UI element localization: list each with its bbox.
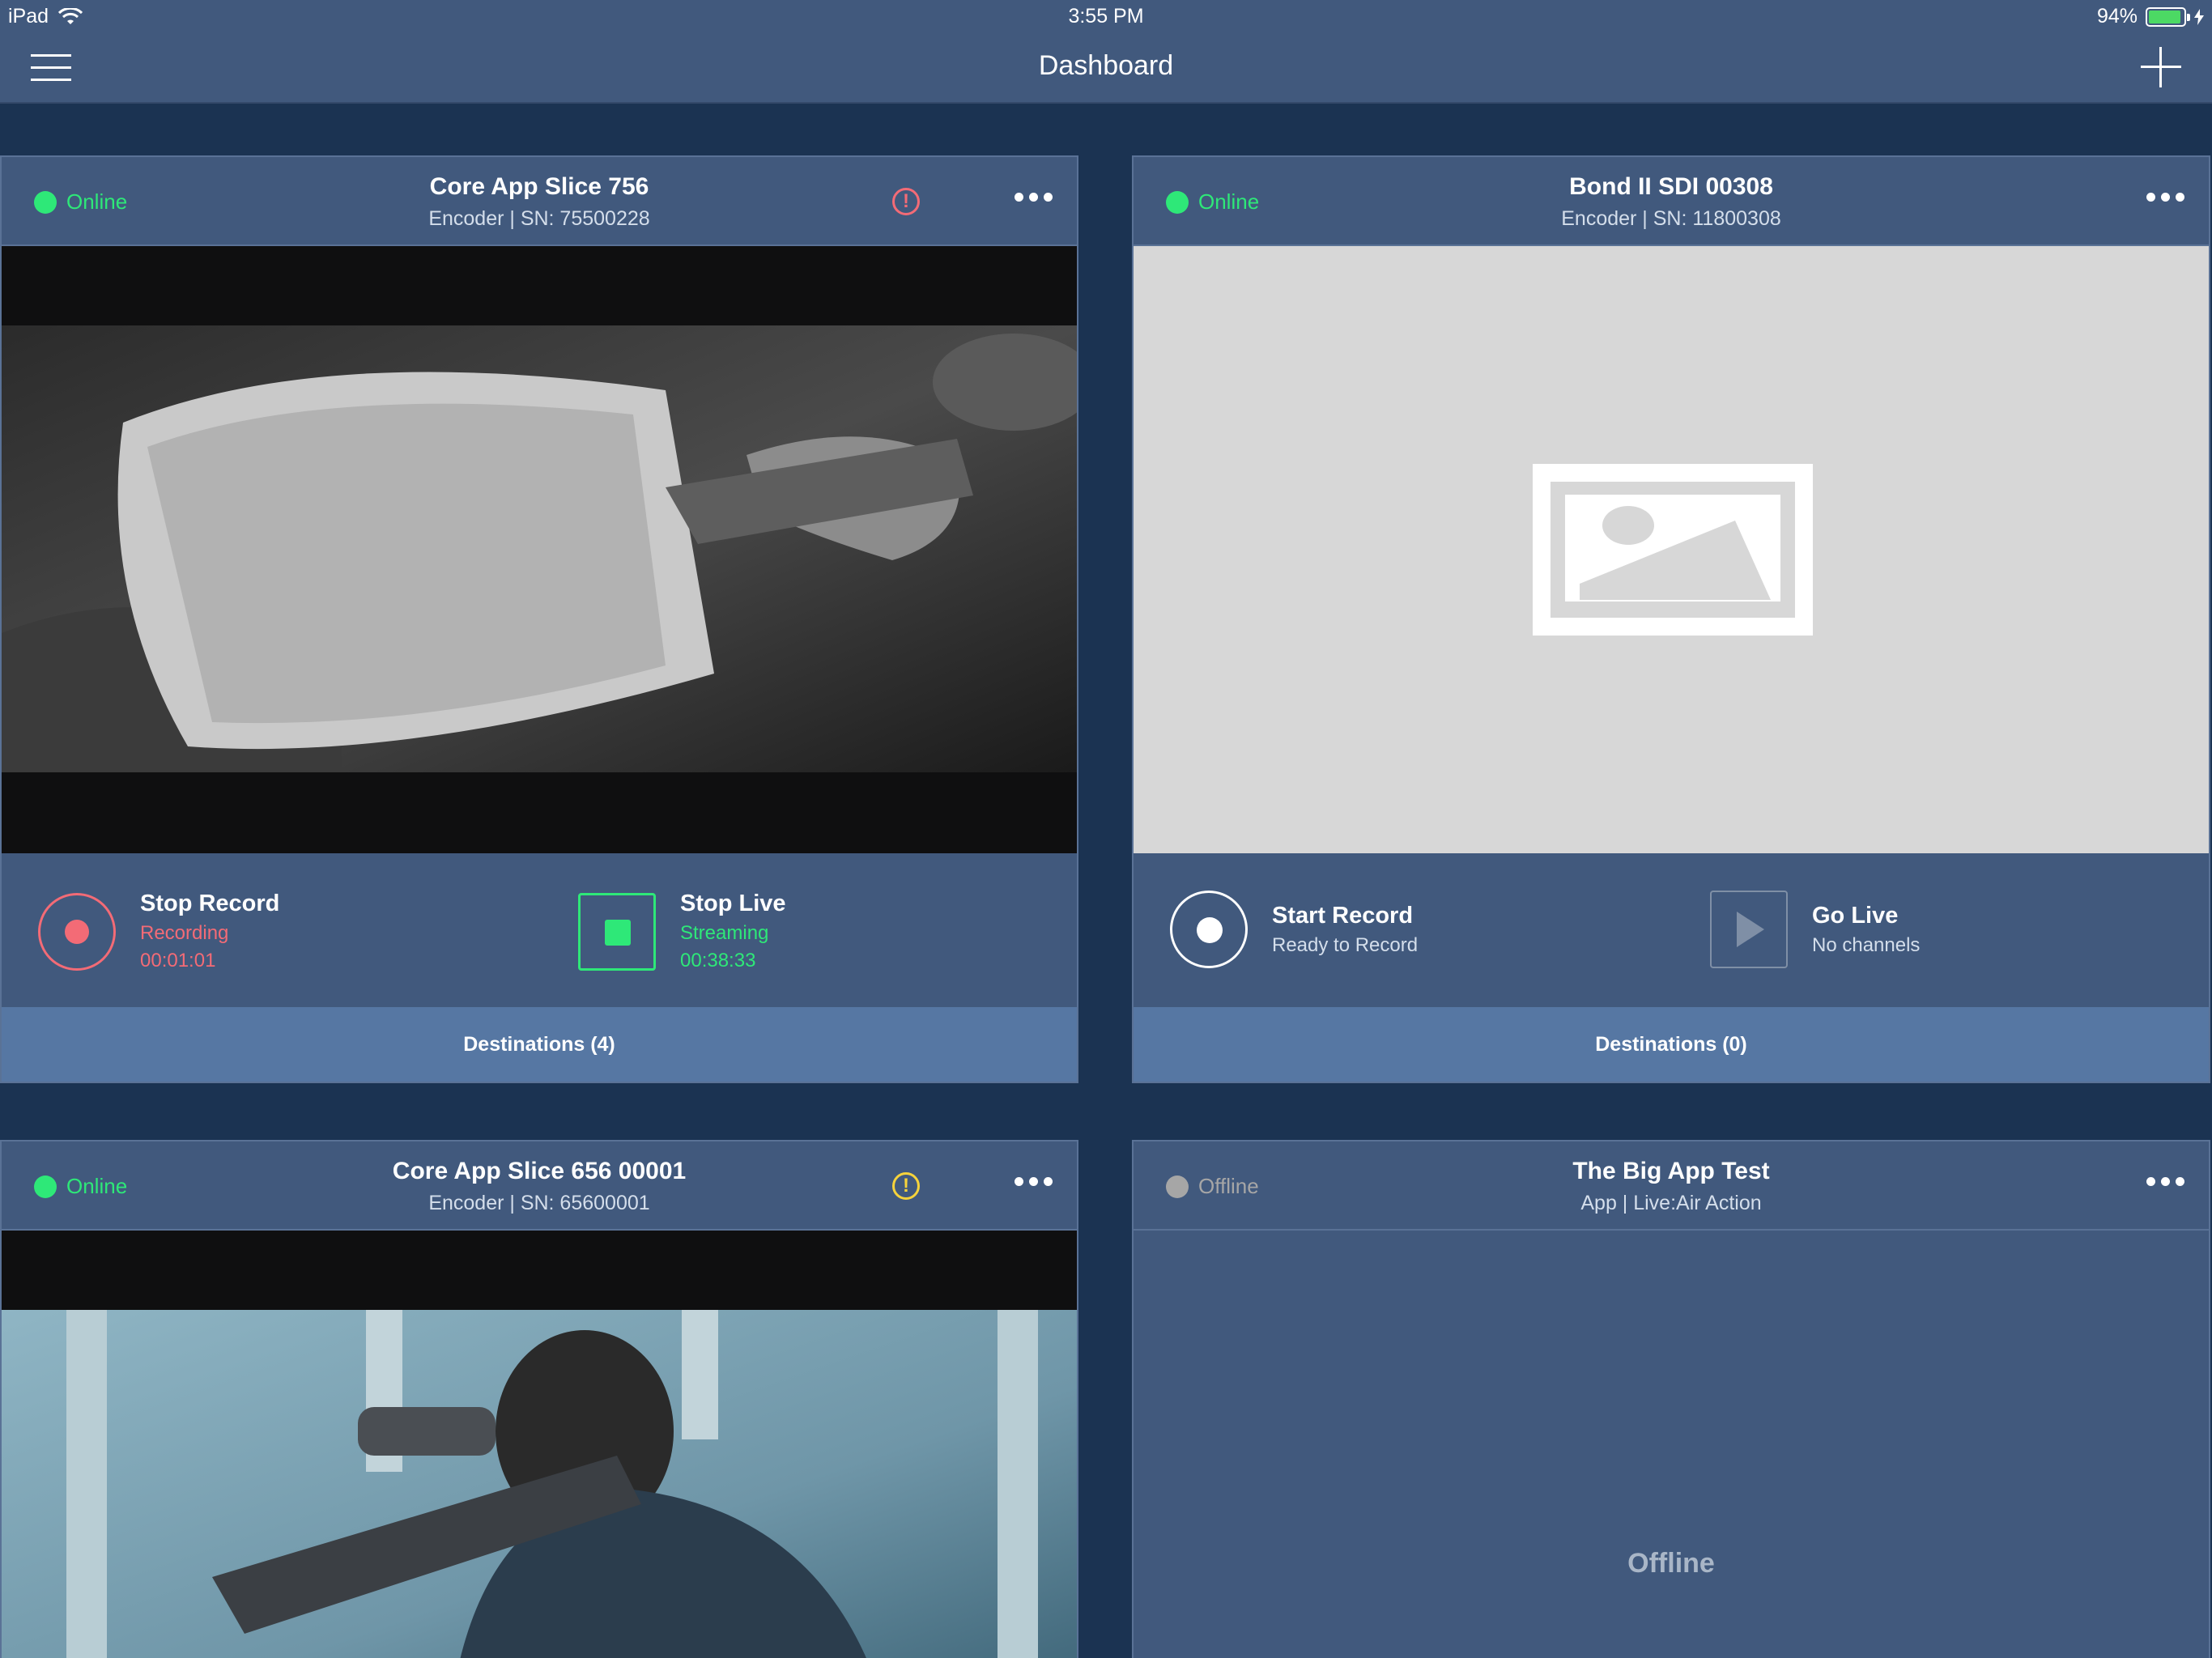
device-title: The Big App Test — [1572, 1158, 1770, 1184]
more-options-icon[interactable] — [1015, 1177, 1053, 1186]
live-control: Go Live No channels — [1710, 891, 1920, 968]
destinations-button[interactable]: Destinations (4) — [2, 1007, 1077, 1082]
live-control: Stop Live Streaming 00:38:33 — [578, 891, 786, 972]
device-card: Online Bond II SDI 00308 Encoder | SN: 1… — [1132, 155, 2210, 1083]
device-card: Online Core App Slice 756 Encoder | SN: … — [0, 155, 1078, 1083]
go-live-button[interactable] — [1710, 891, 1788, 968]
clock: 3:55 PM — [1068, 5, 1144, 28]
more-options-icon[interactable] — [2146, 193, 2184, 202]
add-icon[interactable] — [2141, 47, 2181, 87]
card-header: Online Core App Slice 656 00001 Encoder … — [2, 1141, 1077, 1231]
image-placeholder-icon — [1533, 464, 1813, 636]
charging-icon — [2194, 8, 2204, 25]
card-header: Online Bond II SDI 00308 Encoder | SN: 1… — [1134, 157, 2209, 246]
video-preview[interactable] — [2, 246, 1077, 853]
record-dot-icon — [1197, 917, 1223, 943]
card-header: Offline The Big App Test App | Live:Air … — [1134, 1141, 2209, 1231]
device-subtitle: Encoder | SN: 11800308 — [1561, 207, 1781, 230]
live-timer: 00:38:33 — [680, 950, 756, 971]
more-options-icon[interactable] — [2146, 1177, 2184, 1186]
destinations-button[interactable]: Destinations (0) — [1134, 1007, 2209, 1082]
stop-live-button[interactable] — [578, 892, 656, 971]
start-record-button[interactable] — [1170, 891, 1248, 968]
stop-square-icon — [605, 919, 631, 946]
video-thumbnail — [2, 1310, 1077, 1658]
record-label: Start Record — [1272, 902, 1414, 929]
live-label: Go Live — [1812, 902, 1899, 929]
nav-bar: Dashboard — [0, 34, 2212, 104]
page-title: Dashboard — [1038, 50, 1174, 81]
more-options-icon[interactable] — [1015, 193, 1053, 202]
offline-message: Offline — [1627, 1548, 1715, 1579]
record-label: Stop Record — [140, 891, 280, 916]
alert-icon[interactable]: ! — [892, 188, 920, 215]
device-title: Bond II SDI 00308 — [1569, 173, 1773, 200]
alert-icon[interactable]: ! — [892, 1172, 920, 1200]
record-control: Stop Record Recording 00:01:01 — [38, 891, 279, 972]
offline-body: Offline — [1134, 1231, 2209, 1658]
video-preview[interactable] — [1134, 246, 2209, 853]
live-label: Stop Live — [680, 891, 786, 916]
battery-icon — [2146, 6, 2190, 27]
device-subtitle: App | Live:Air Action — [1580, 1192, 1762, 1214]
video-preview[interactable] — [2, 1231, 1077, 1658]
video-thumbnail — [2, 325, 1077, 772]
record-control: Start Record Ready to Record — [1170, 891, 1418, 968]
battery-percent: 94% — [2096, 5, 2138, 28]
control-panel: Stop Record Recording 00:01:01 Stop Live… — [2, 853, 1077, 1007]
device-card: Offline The Big App Test App | Live:Air … — [1132, 1140, 2210, 1658]
device-card: Online Core App Slice 656 00001 Encoder … — [0, 1140, 1078, 1658]
play-icon — [1737, 912, 1764, 947]
record-dot-icon — [65, 919, 89, 944]
record-state: Ready to Record — [1272, 933, 1419, 956]
live-state: No channels — [1812, 933, 1921, 956]
card-header: Online Core App Slice 756 Encoder | SN: … — [2, 157, 1077, 246]
live-state: Streaming — [680, 922, 769, 944]
status-bar: iPad 3:55 PM 94% — [0, 0, 2212, 34]
record-timer: 00:01:01 — [140, 950, 216, 971]
control-panel: Start Record Ready to Record Go Live No … — [1134, 853, 2209, 1007]
record-state: Recording — [140, 922, 229, 944]
stop-record-button[interactable] — [38, 892, 116, 971]
